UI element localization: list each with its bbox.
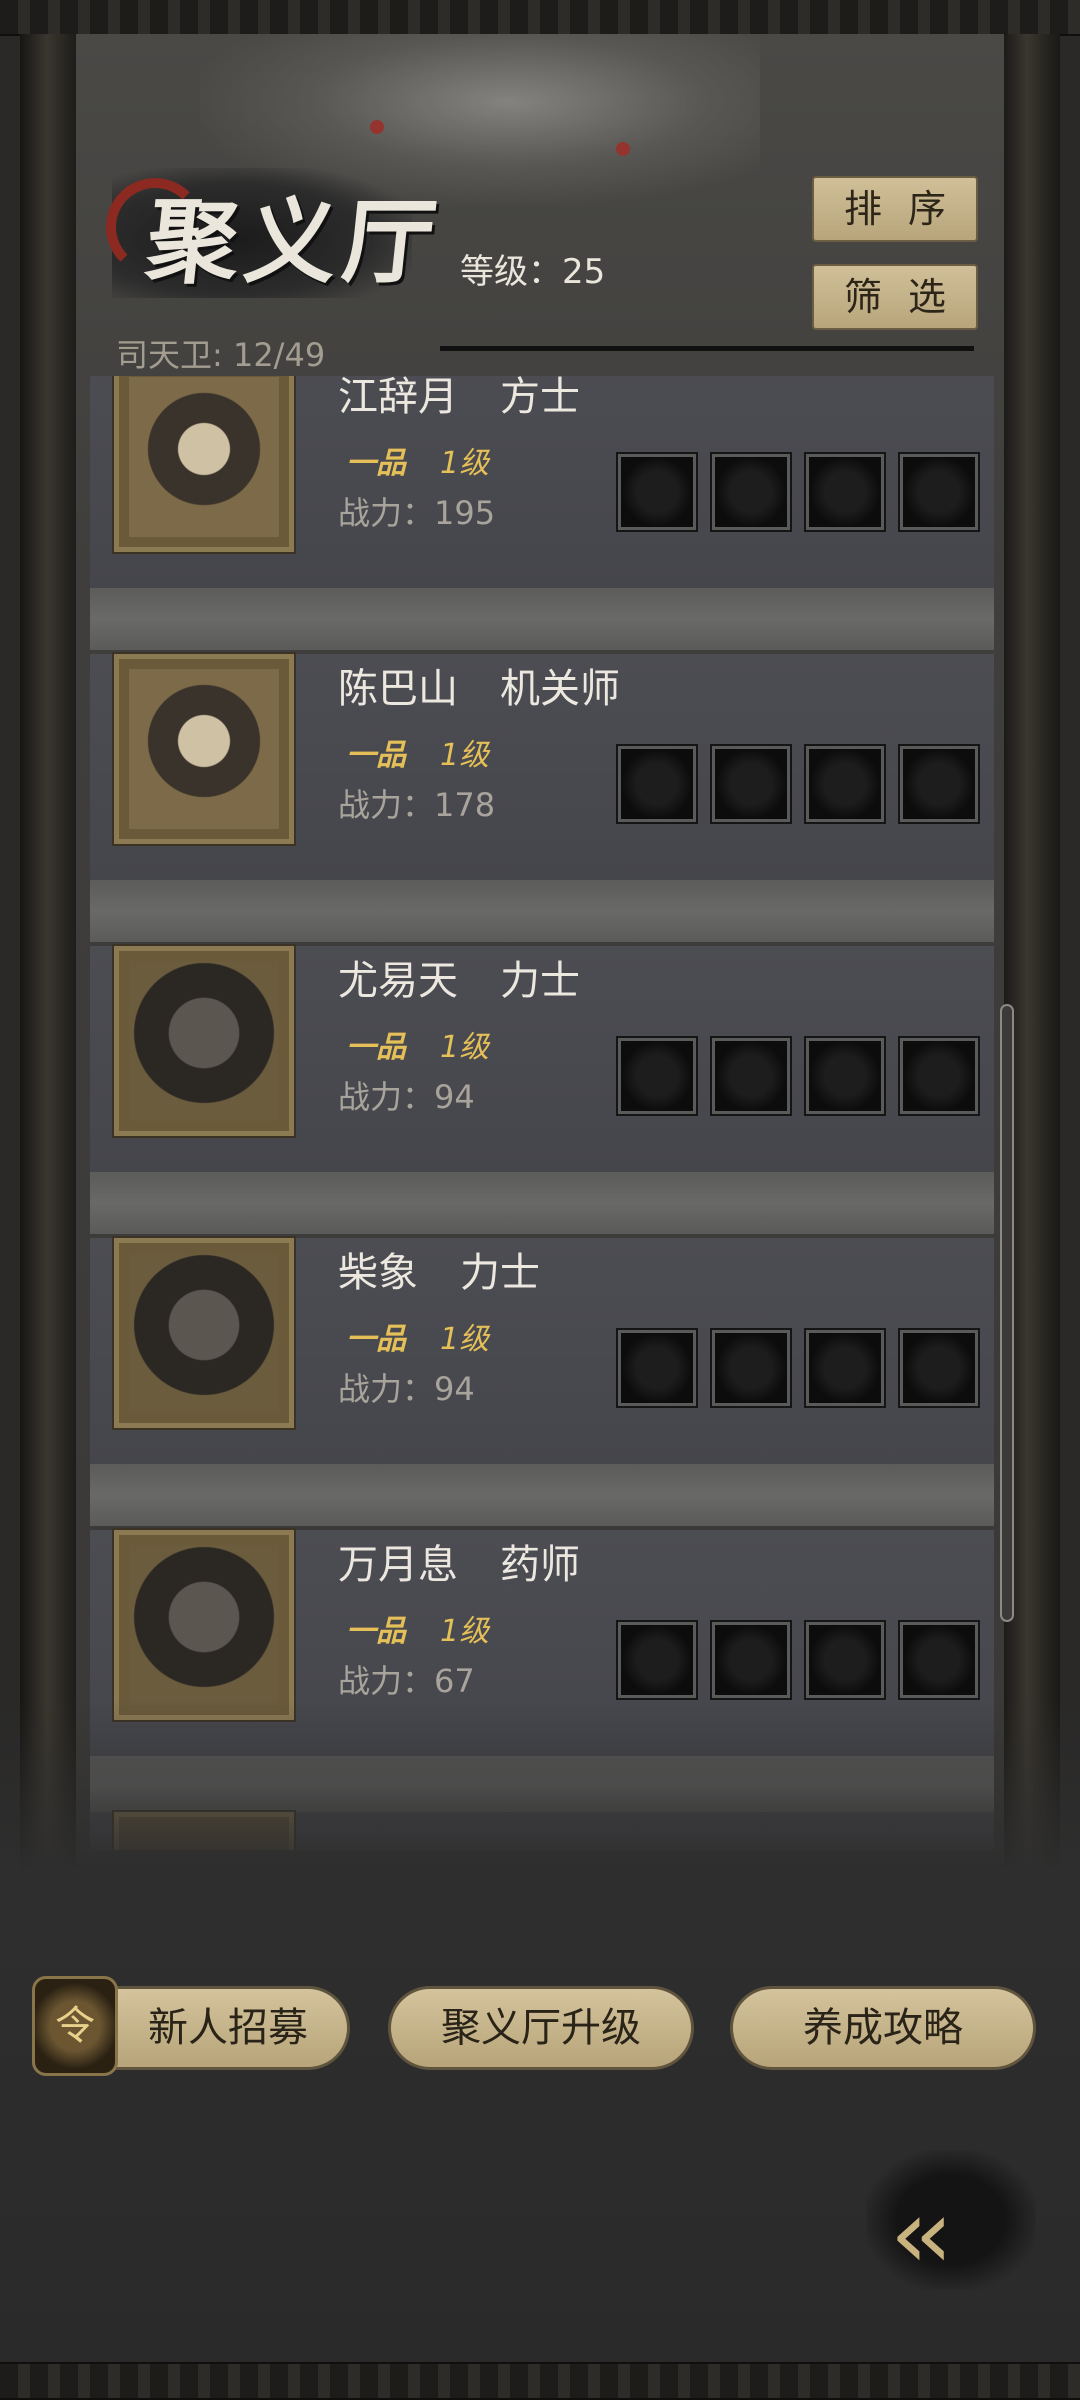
hero-level: 1级 [440, 1614, 490, 1649]
hero-rank: 一品 [346, 738, 406, 773]
hero-name: 陈巴山 [338, 666, 458, 712]
top-frame-border [0, 0, 1080, 36]
equipment-slot[interactable] [710, 1328, 792, 1408]
hero-level: 1级 [440, 1030, 490, 1065]
equipment-slot[interactable] [898, 1036, 980, 1116]
training-guide-button[interactable]: 养成攻略 [730, 1986, 1036, 2070]
sort-button[interactable]: 排序 [812, 176, 978, 242]
portrait-frame[interactable] [112, 652, 296, 846]
hall-level: 等级：25 [460, 252, 606, 292]
hero-class: 力士 [460, 1250, 540, 1296]
guard-count: 司天卫: 12/49 [116, 336, 326, 374]
recruit-badge-icon[interactable]: 令 [32, 1976, 118, 2076]
hero-name: 江辞月 [338, 376, 458, 420]
page-title: 聚义厅 [141, 188, 447, 296]
wild-haired-warrior-portrait [129, 961, 279, 1121]
hero-level: 1级 [440, 738, 490, 773]
hero-class: 药师 [500, 1542, 580, 1588]
equipment-slot[interactable] [710, 452, 792, 532]
hero-name: 万月息 [338, 1542, 458, 1588]
equipment-slot[interactable] [616, 452, 698, 532]
card-separator [90, 1464, 994, 1526]
equipment-slot[interactable] [710, 1036, 792, 1116]
hero-card[interactable]: 陈巴山 机关师 一品 1级 战力：178 [90, 652, 994, 882]
hero-level: 1级 [440, 446, 490, 481]
girl-with-buns-portrait [129, 669, 279, 829]
equipment-slot[interactable] [616, 1036, 698, 1116]
hero-card[interactable]: 柴象 力士 一品 1级 战力：94 [90, 1236, 994, 1466]
equipment-slot[interactable] [616, 1620, 698, 1700]
header-divider [440, 346, 974, 351]
hall-upgrade-button[interactable]: 聚义厅升级 [388, 1986, 694, 2070]
hero-power: 战力：94 [338, 1370, 475, 1408]
hero-power: 战力：67 [338, 1662, 475, 1700]
portrait-frame[interactable] [112, 376, 296, 554]
filter-button[interactable]: 筛选 [812, 264, 978, 330]
hero-rank: 一品 [346, 1030, 406, 1065]
equipment-slot[interactable] [616, 1328, 698, 1408]
left-pillar [20, 34, 80, 1904]
long-haired-man-portrait [129, 1545, 279, 1705]
equipment-slot[interactable] [898, 1620, 980, 1700]
equipment-slot[interactable] [898, 452, 980, 532]
hero-rank: 一品 [346, 446, 406, 481]
hero-list[interactable]: 江辞月 方士 一品 1级 战力：195 陈巴山 机关师 一品 1级 战力：178 尤易天… [90, 376, 994, 1850]
hero-power: 战力：195 [338, 494, 496, 532]
right-pillar [1000, 34, 1060, 1904]
hero-level: 1级 [440, 1322, 490, 1357]
card-separator [90, 1172, 994, 1234]
hero-card[interactable]: 江辞月 方士 一品 1级 战力：195 [90, 376, 994, 590]
double-chevron-left-icon[interactable]: ‹‹ [890, 2178, 953, 2290]
card-separator [90, 880, 994, 942]
equipment-slot[interactable] [804, 1328, 886, 1408]
list-scrollbar[interactable] [1000, 1004, 1014, 1622]
hero-power: 战力：94 [338, 1078, 475, 1116]
equipment-slot[interactable] [898, 1328, 980, 1408]
equipment-slot[interactable] [710, 744, 792, 824]
portrait-frame[interactable] [112, 1236, 296, 1430]
equipment-slot[interactable] [804, 1036, 886, 1116]
equipment-slot[interactable] [804, 1620, 886, 1700]
armored-giant-portrait [129, 1253, 279, 1413]
hero-power: 战力：178 [338, 786, 496, 824]
equipment-slot[interactable] [898, 744, 980, 824]
portrait-frame[interactable] [112, 1528, 296, 1722]
portrait-frame[interactable] [112, 944, 296, 1138]
hero-class: 机关师 [500, 666, 620, 712]
hero-rank: 一品 [346, 1614, 406, 1649]
hero-name: 柴象 [338, 1250, 418, 1296]
equipment-slot[interactable] [710, 1620, 792, 1700]
hero-rank: 一品 [346, 1322, 406, 1357]
hero-class: 力士 [500, 958, 580, 1004]
hero-name: 尤易天 [338, 958, 458, 1004]
bottom-frame-border [0, 2362, 1080, 2400]
young-lady-with-hat-portrait [129, 377, 279, 537]
hero-class: 方士 [500, 376, 580, 420]
equipment-slot[interactable] [804, 744, 886, 824]
equipment-slot[interactable] [616, 744, 698, 824]
equipment-slot[interactable] [804, 452, 886, 532]
card-separator [90, 588, 994, 650]
hero-card[interactable]: 尤易天 力士 一品 1级 战力：94 [90, 944, 994, 1174]
